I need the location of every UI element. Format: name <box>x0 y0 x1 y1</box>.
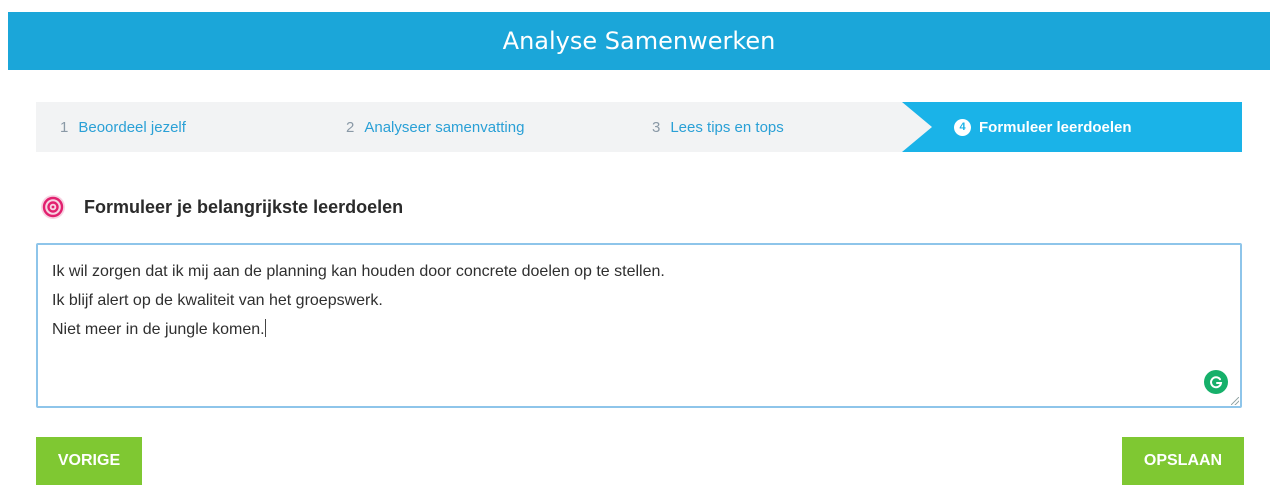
target-icon <box>41 195 65 219</box>
grammarly-icon[interactable] <box>1204 370 1228 394</box>
text-line: Niet meer in de jungle komen. <box>52 315 1226 344</box>
step-number: 3 <box>652 118 661 136</box>
text-line-content: Niet meer in de jungle komen. <box>52 321 265 338</box>
step-label: Analyseer samenvatting <box>364 118 525 136</box>
step-1[interactable]: 1 Beoordeel jezelf <box>60 102 186 152</box>
step-navigation: 1 Beoordeel jezelf 2 Analyseer samenvatt… <box>36 102 1242 152</box>
step-3[interactable]: 3 Lees tips en tops <box>652 102 784 152</box>
step-label: Beoordeel jezelf <box>78 118 186 136</box>
text-line: Ik wil zorgen dat ik mij aan de planning… <box>52 263 665 280</box>
step-label: Formuleer leerdoelen <box>979 118 1132 136</box>
save-button[interactable]: OPSLAAN <box>1122 437 1244 485</box>
page-title: Analyse Samenwerken <box>502 27 776 55</box>
step-number: 2 <box>346 118 355 136</box>
section-heading: Formuleer je belangrijkste leerdoelen <box>40 192 403 222</box>
page-header: Analyse Samenwerken <box>8 12 1270 70</box>
step-4-active[interactable]: 4 Formuleer leerdoelen <box>902 102 1242 152</box>
previous-button[interactable]: VORIGE <box>36 437 142 485</box>
step-number: 4 <box>954 118 971 136</box>
learning-goals-textarea[interactable]: Ik wil zorgen dat ik mij aan de planning… <box>36 243 1242 408</box>
step-2[interactable]: 2 Analyseer samenvatting <box>346 102 524 152</box>
step-number: 1 <box>60 118 69 136</box>
section-title: Formuleer je belangrijkste leerdoelen <box>84 196 404 217</box>
text-caret <box>264 319 266 337</box>
step-label: Lees tips en tops <box>670 118 784 136</box>
resize-handle[interactable] <box>1231 397 1239 405</box>
grammarly-glyph <box>1210 376 1223 389</box>
text-line: Ik blijf alert op de kwaliteit van het g… <box>52 292 383 309</box>
